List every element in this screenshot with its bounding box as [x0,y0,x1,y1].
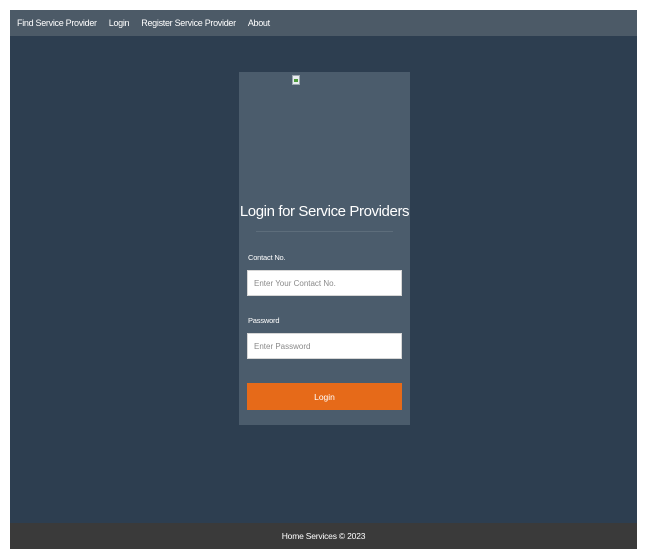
top-navbar: Find Service Provider Login Register Ser… [10,10,637,36]
password-input[interactable] [247,333,402,359]
login-card: Login for Service Providers Contact No. … [239,72,410,425]
broken-image-icon [292,75,300,85]
nav-link-register-service-provider[interactable]: Register Service Provider [141,18,236,28]
nav-link-login[interactable]: Login [109,18,130,28]
password-label: Password [248,316,280,325]
footer: Home Services © 2023 [10,523,637,549]
login-button[interactable]: Login [247,383,402,410]
footer-copyright: Home Services © 2023 [281,531,366,541]
contact-label: Contact No. [248,253,286,262]
nav-link-about[interactable]: About [248,18,270,28]
nav-link-find-service-provider[interactable]: Find Service Provider [17,18,97,28]
title-divider [256,231,393,232]
contact-number-input[interactable] [247,270,402,296]
page-frame: Find Service Provider Login Register Ser… [10,10,637,549]
login-title: Login for Service Providers [239,203,410,220]
